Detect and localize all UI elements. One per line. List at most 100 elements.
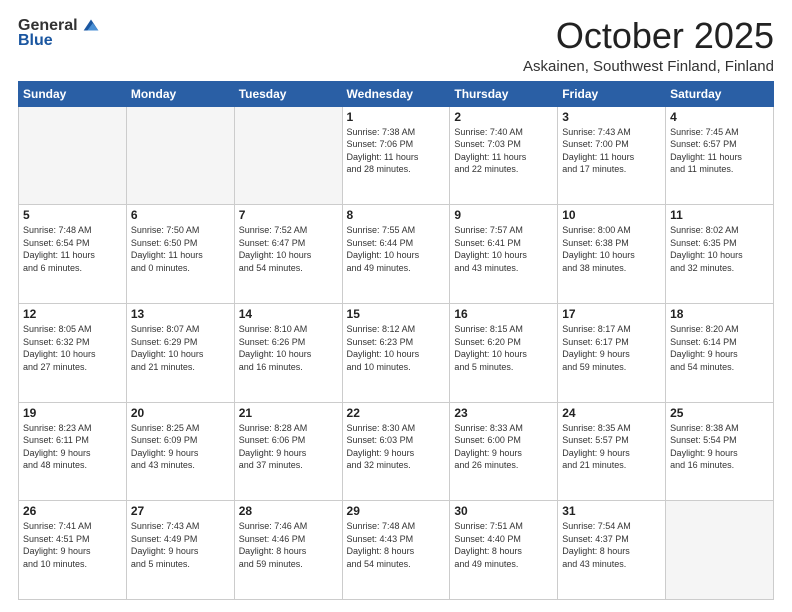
day-number: 15 bbox=[347, 307, 446, 321]
day-info: Sunrise: 7:43 AM Sunset: 7:00 PM Dayligh… bbox=[562, 126, 661, 176]
day-cell: 4 Sunrise: 7:45 AM Sunset: 6:57 PM Daylig… bbox=[666, 106, 774, 205]
day-info: Sunrise: 8:15 AM Sunset: 6:20 PM Dayligh… bbox=[454, 323, 553, 373]
day-info: Sunrise: 8:20 AM Sunset: 6:14 PM Dayligh… bbox=[670, 323, 769, 373]
day-cell bbox=[126, 106, 234, 205]
day-info: Sunrise: 7:52 AM Sunset: 6:47 PM Dayligh… bbox=[239, 224, 338, 274]
day-cell: 24 Sunrise: 8:35 AM Sunset: 5:57 PM Dayli… bbox=[558, 402, 666, 501]
day-cell: 1Sunrise: 7:38 AM Sunset: 7:06 PM Daylig… bbox=[342, 106, 450, 205]
day-cell: 27 Sunrise: 7:43 AM Sunset: 4:49 PM Dayli… bbox=[126, 501, 234, 600]
day-number: 30 bbox=[454, 504, 553, 518]
day-number: 4 bbox=[670, 110, 769, 124]
day-number: 26 bbox=[23, 504, 122, 518]
day-number: 24 bbox=[562, 406, 661, 420]
day-info: Sunrise: 8:05 AM Sunset: 6:32 PM Dayligh… bbox=[23, 323, 122, 373]
day-number: 27 bbox=[131, 504, 230, 518]
day-cell: 2Sunrise: 7:40 AM Sunset: 7:03 PM Daylig… bbox=[450, 106, 558, 205]
day-cell: 28Sunrise: 7:46 AM Sunset: 4:46 PM Dayli… bbox=[234, 501, 342, 600]
day-info: Sunrise: 8:02 AM Sunset: 6:35 PM Dayligh… bbox=[670, 224, 769, 274]
day-cell bbox=[19, 106, 127, 205]
day-number: 9 bbox=[454, 208, 553, 222]
header-sunday: Sunday bbox=[19, 81, 127, 106]
day-cell: 23 Sunrise: 8:33 AM Sunset: 6:00 PM Dayli… bbox=[450, 402, 558, 501]
day-info: Sunrise: 8:25 AM Sunset: 6:09 PM Dayligh… bbox=[131, 422, 230, 472]
day-number: 28 bbox=[239, 504, 338, 518]
day-info: Sunrise: 7:43 AM Sunset: 4:49 PM Dayligh… bbox=[131, 520, 230, 570]
day-info: Sunrise: 8:07 AM Sunset: 6:29 PM Dayligh… bbox=[131, 323, 230, 373]
day-info: Sunrise: 7:48 AM Sunset: 4:43 PM Dayligh… bbox=[347, 520, 446, 570]
calendar-table: Sunday Monday Tuesday Wednesday Thursday… bbox=[18, 81, 774, 600]
day-info: Sunrise: 8:33 AM Sunset: 6:00 PM Dayligh… bbox=[454, 422, 553, 472]
day-number: 13 bbox=[131, 307, 230, 321]
day-cell: 30 Sunrise: 7:51 AM Sunset: 4:40 PM Dayli… bbox=[450, 501, 558, 600]
day-cell: 20 Sunrise: 8:25 AM Sunset: 6:09 PM Dayli… bbox=[126, 402, 234, 501]
day-cell: 21Sunrise: 8:28 AM Sunset: 6:06 PM Dayli… bbox=[234, 402, 342, 501]
day-info: Sunrise: 8:23 AM Sunset: 6:11 PM Dayligh… bbox=[23, 422, 122, 472]
location: Askainen, Southwest Finland, Finland bbox=[523, 58, 774, 75]
day-number: 11 bbox=[670, 208, 769, 222]
day-number: 20 bbox=[131, 406, 230, 420]
day-cell: 10 Sunrise: 8:00 AM Sunset: 6:38 PM Dayli… bbox=[558, 205, 666, 304]
header-saturday: Saturday bbox=[666, 81, 774, 106]
day-info: Sunrise: 8:00 AM Sunset: 6:38 PM Dayligh… bbox=[562, 224, 661, 274]
logo: General Blue bbox=[18, 16, 102, 50]
week-row-4: 26 Sunrise: 7:41 AM Sunset: 4:51 PM Dayli… bbox=[19, 501, 774, 600]
day-cell: 3 Sunrise: 7:43 AM Sunset: 7:00 PM Daylig… bbox=[558, 106, 666, 205]
day-info: Sunrise: 8:12 AM Sunset: 6:23 PM Dayligh… bbox=[347, 323, 446, 373]
day-info: Sunrise: 8:35 AM Sunset: 5:57 PM Dayligh… bbox=[562, 422, 661, 472]
day-number: 12 bbox=[23, 307, 122, 321]
day-info: Sunrise: 8:10 AM Sunset: 6:26 PM Dayligh… bbox=[239, 323, 338, 373]
header-monday: Monday bbox=[126, 81, 234, 106]
weekday-header-row: Sunday Monday Tuesday Wednesday Thursday… bbox=[19, 81, 774, 106]
day-cell bbox=[666, 501, 774, 600]
day-cell: 22 Sunrise: 8:30 AM Sunset: 6:03 PM Dayli… bbox=[342, 402, 450, 501]
logo-blue: Blue bbox=[18, 32, 53, 50]
week-row-3: 19 Sunrise: 8:23 AM Sunset: 6:11 PM Dayli… bbox=[19, 402, 774, 501]
day-number: 10 bbox=[562, 208, 661, 222]
day-cell: 14 Sunrise: 8:10 AM Sunset: 6:26 PM Dayli… bbox=[234, 303, 342, 402]
day-cell: 25Sunrise: 8:38 AM Sunset: 5:54 PM Dayli… bbox=[666, 402, 774, 501]
day-number: 14 bbox=[239, 307, 338, 321]
day-number: 17 bbox=[562, 307, 661, 321]
day-cell: 11 Sunrise: 8:02 AM Sunset: 6:35 PM Dayli… bbox=[666, 205, 774, 304]
week-row-2: 12 Sunrise: 8:05 AM Sunset: 6:32 PM Dayli… bbox=[19, 303, 774, 402]
day-number: 29 bbox=[347, 504, 446, 518]
day-number: 25 bbox=[670, 406, 769, 420]
header-tuesday: Tuesday bbox=[234, 81, 342, 106]
day-info: Sunrise: 7:41 AM Sunset: 4:51 PM Dayligh… bbox=[23, 520, 122, 570]
day-number: 5 bbox=[23, 208, 122, 222]
day-cell: 16Sunrise: 8:15 AM Sunset: 6:20 PM Dayli… bbox=[450, 303, 558, 402]
day-number: 19 bbox=[23, 406, 122, 420]
header-thursday: Thursday bbox=[450, 81, 558, 106]
header-friday: Friday bbox=[558, 81, 666, 106]
day-cell: 19 Sunrise: 8:23 AM Sunset: 6:11 PM Dayli… bbox=[19, 402, 127, 501]
day-info: Sunrise: 7:50 AM Sunset: 6:50 PM Dayligh… bbox=[131, 224, 230, 274]
week-row-1: 5Sunrise: 7:48 AM Sunset: 6:54 PM Daylig… bbox=[19, 205, 774, 304]
day-info: Sunrise: 8:28 AM Sunset: 6:06 PM Dayligh… bbox=[239, 422, 338, 472]
day-cell: 18 Sunrise: 8:20 AM Sunset: 6:14 PM Dayli… bbox=[666, 303, 774, 402]
day-number: 23 bbox=[454, 406, 553, 420]
day-cell: 26 Sunrise: 7:41 AM Sunset: 4:51 PM Dayli… bbox=[19, 501, 127, 600]
day-info: Sunrise: 8:17 AM Sunset: 6:17 PM Dayligh… bbox=[562, 323, 661, 373]
day-number: 8 bbox=[347, 208, 446, 222]
day-cell: 6 Sunrise: 7:50 AM Sunset: 6:50 PM Daylig… bbox=[126, 205, 234, 304]
day-cell: 31Sunrise: 7:54 AM Sunset: 4:37 PM Dayli… bbox=[558, 501, 666, 600]
day-number: 7 bbox=[239, 208, 338, 222]
day-cell: 13 Sunrise: 8:07 AM Sunset: 6:29 PM Dayli… bbox=[126, 303, 234, 402]
day-number: 2 bbox=[454, 110, 553, 124]
day-number: 18 bbox=[670, 307, 769, 321]
day-number: 1 bbox=[347, 110, 446, 124]
day-number: 22 bbox=[347, 406, 446, 420]
logo-icon bbox=[80, 14, 102, 36]
title-area: October 2025 Askainen, Southwest Finland… bbox=[523, 16, 774, 75]
day-cell: 12 Sunrise: 8:05 AM Sunset: 6:32 PM Dayli… bbox=[19, 303, 127, 402]
header: General Blue October 2025 Askainen, Sout… bbox=[18, 16, 774, 75]
day-info: Sunrise: 7:51 AM Sunset: 4:40 PM Dayligh… bbox=[454, 520, 553, 570]
day-cell: 15 Sunrise: 8:12 AM Sunset: 6:23 PM Dayli… bbox=[342, 303, 450, 402]
day-cell: 29 Sunrise: 7:48 AM Sunset: 4:43 PM Dayli… bbox=[342, 501, 450, 600]
day-info: Sunrise: 8:30 AM Sunset: 6:03 PM Dayligh… bbox=[347, 422, 446, 472]
day-number: 6 bbox=[131, 208, 230, 222]
day-info: Sunrise: 7:45 AM Sunset: 6:57 PM Dayligh… bbox=[670, 126, 769, 176]
day-number: 31 bbox=[562, 504, 661, 518]
day-cell bbox=[234, 106, 342, 205]
day-number: 3 bbox=[562, 110, 661, 124]
